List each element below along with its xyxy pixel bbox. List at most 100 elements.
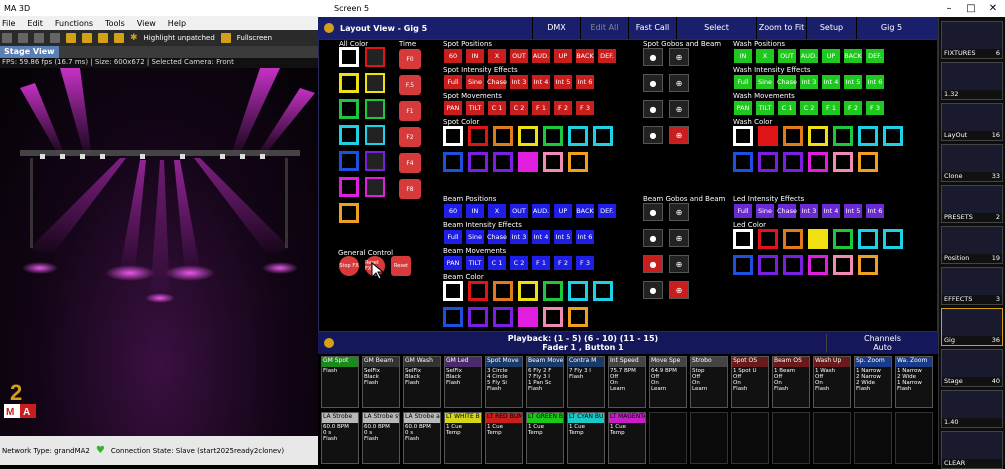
spot-intensity-button[interactable]: Int 5 (553, 74, 573, 90)
executor-10[interactable]: Strobo Stop Off On Learn (690, 356, 728, 408)
time-button[interactable]: F1 (399, 101, 421, 121)
executor-108[interactable]: LT MAGENTA 1 Cue Temp (608, 412, 646, 464)
executor-11[interactable]: Spot OS 1 Spot U Off On Flash (731, 356, 769, 408)
beam-position-button[interactable]: AUD. (531, 203, 551, 219)
time-button[interactable]: F4 (399, 153, 421, 173)
sidebar-view-8[interactable]: Stage 40 (941, 349, 1003, 387)
executor-6[interactable]: Beam Move 6 Fly 2 F7 Fly 3 I1 Pan Sc Flash (526, 356, 564, 408)
sidebar-view-1[interactable]: 1.32 (941, 62, 1003, 100)
sidebar-view-7[interactable]: Gig 36 (941, 308, 1003, 346)
executor-106[interactable]: LT GREEN BU1 CueTemp (526, 412, 564, 464)
led-intensity-button[interactable]: Int 4 (821, 203, 841, 219)
auto-label[interactable]: Auto (827, 343, 938, 352)
spot-gobo-icon[interactable]: ● (643, 126, 663, 144)
sidebar-view-2[interactable]: LayOut 16 (941, 103, 1003, 141)
spot-color-orange-swatch[interactable] (493, 126, 513, 146)
spot-gobo-icon[interactable]: ⊕ (669, 48, 689, 66)
beam-position-button[interactable]: UP (553, 203, 573, 219)
wash-movement-button[interactable]: F 1 (821, 100, 841, 116)
spot-position-button[interactable]: 60 (443, 48, 463, 64)
wash-position-button[interactable]: AUD. (799, 48, 819, 64)
menu-help[interactable]: Help (168, 19, 186, 28)
executor-101[interactable]: LA Strobe 60.0 BPM 0 s Flash (321, 412, 359, 464)
spot-movement-button[interactable]: F 2 (553, 100, 573, 116)
wash-position-button[interactable]: OUT (777, 48, 797, 64)
beam-position-button[interactable]: BACK (575, 203, 595, 219)
led-color-white-swatch[interactable] (733, 229, 753, 249)
beam-position-button[interactable]: 60 (443, 203, 463, 219)
spot-gobo-icon[interactable]: ⊕ (669, 100, 689, 118)
beam-color-orange-swatch[interactable] (493, 281, 513, 301)
spot-position-button[interactable]: OUT (509, 48, 529, 64)
spot-intensity-button[interactable]: Full (443, 74, 463, 90)
beam-gobo-icon[interactable]: ● (643, 229, 663, 247)
minimize-button[interactable]: – (938, 0, 960, 17)
beam-intensity-button[interactable]: Int 5 (553, 229, 573, 245)
wash-color-amber-swatch[interactable] (858, 152, 878, 172)
general-control-button[interactable]: Reset (391, 256, 411, 276)
all-color-yellow-alt-swatch[interactable] (365, 73, 385, 93)
menu-tools[interactable]: Tools (105, 19, 125, 28)
wash-intensity-button[interactable]: Full (733, 74, 753, 90)
gig5-button[interactable]: Gig 5 (856, 17, 926, 39)
fullscreen-icon[interactable] (220, 33, 231, 43)
led-color-amber-swatch[interactable] (858, 255, 878, 275)
spot-color-yellow-swatch[interactable] (518, 126, 538, 146)
wash-intensity-button[interactable]: Int 6 (865, 74, 885, 90)
led-color-cyan-swatch[interactable] (858, 229, 878, 249)
sidebar-view-9[interactable]: 1.40 (941, 390, 1003, 428)
wash-color-green-swatch[interactable] (833, 126, 853, 146)
wash-color-yellow-swatch[interactable] (808, 126, 828, 146)
scale-tool-icon[interactable] (50, 33, 60, 43)
led-color-magenta-swatch[interactable] (808, 255, 828, 275)
beam-position-button[interactable]: DEF. (597, 203, 617, 219)
wash-color-cyan-swatch[interactable] (883, 126, 903, 146)
menu-functions[interactable]: Functions (55, 19, 93, 28)
setup-button[interactable]: Setup (806, 17, 856, 39)
led-color-purple-swatch[interactable] (758, 255, 778, 275)
frame-icon[interactable] (114, 33, 124, 43)
wash-position-button[interactable]: UP (821, 48, 841, 64)
wash-color-blue-swatch[interactable] (733, 152, 753, 172)
executor-empty[interactable] (690, 412, 728, 464)
executor-1[interactable]: GM Spot Flash (321, 356, 359, 408)
spot-color-cyan-swatch[interactable] (593, 126, 613, 146)
executor-5[interactable]: Spot Move 3 Circle 4 Circle 5 Fly Si Flash (485, 356, 523, 408)
spot-color-cyan-swatch[interactable] (568, 126, 588, 146)
time-button[interactable]: F0 (399, 49, 421, 69)
sidebar-view-4[interactable]: PRESETS 2 (941, 185, 1003, 223)
spot-position-button[interactable]: UP (553, 48, 573, 64)
time-button[interactable]: F.5 (399, 75, 421, 95)
executor-103[interactable]: LA Strobe al 60.0 BPM 0 s Flash (403, 412, 441, 464)
wash-movement-button[interactable]: C 2 (799, 100, 819, 116)
spot-color-white-swatch[interactable] (443, 126, 463, 146)
grid-icon[interactable] (98, 33, 108, 43)
led-intensity-button[interactable]: Chase (777, 203, 797, 219)
spot-color-amber-swatch[interactable] (568, 152, 588, 172)
executor-8[interactable]: Int Speed 75.7 BPM Off On Learn (608, 356, 646, 408)
spot-gobo-icon[interactable]: ⊕ (669, 74, 689, 92)
edit-all-button[interactable]: Edit All (580, 17, 628, 39)
beam-color-purple-swatch[interactable] (493, 307, 513, 327)
spot-position-button[interactable]: IN (465, 48, 485, 64)
spot-color-red-swatch[interactable] (468, 126, 488, 146)
all-color-green-swatch[interactable] (339, 99, 359, 119)
led-color-green-swatch[interactable] (833, 229, 853, 249)
wash-position-button[interactable]: BACK (843, 48, 863, 64)
menu-file[interactable]: File (2, 19, 15, 28)
beam-color-cyan-swatch[interactable] (568, 281, 588, 301)
beam-intensity-button[interactable]: Int 6 (575, 229, 595, 245)
spot-position-button[interactable]: BACK (575, 48, 595, 64)
spot-position-button[interactable]: AUD. (531, 48, 551, 64)
executor-3[interactable]: GM Wash SelFix Black Flash (403, 356, 441, 408)
led-color-blue-swatch[interactable] (733, 255, 753, 275)
stage-view-tab[interactable]: Stage View (0, 46, 59, 58)
led-color-yellow-swatch[interactable] (808, 229, 828, 249)
spot-intensity-button[interactable]: Int 6 (575, 74, 595, 90)
spot-movement-button[interactable]: TILT (465, 100, 485, 116)
beam-color-white-swatch[interactable] (443, 281, 463, 301)
zoom-to-fit-button[interactable]: Zoom to Fit (756, 17, 806, 39)
spot-movement-button[interactable]: F 1 (531, 100, 551, 116)
rotate-tool-icon[interactable] (34, 33, 44, 43)
general-control-button[interactable]: Stop FX (339, 256, 359, 276)
